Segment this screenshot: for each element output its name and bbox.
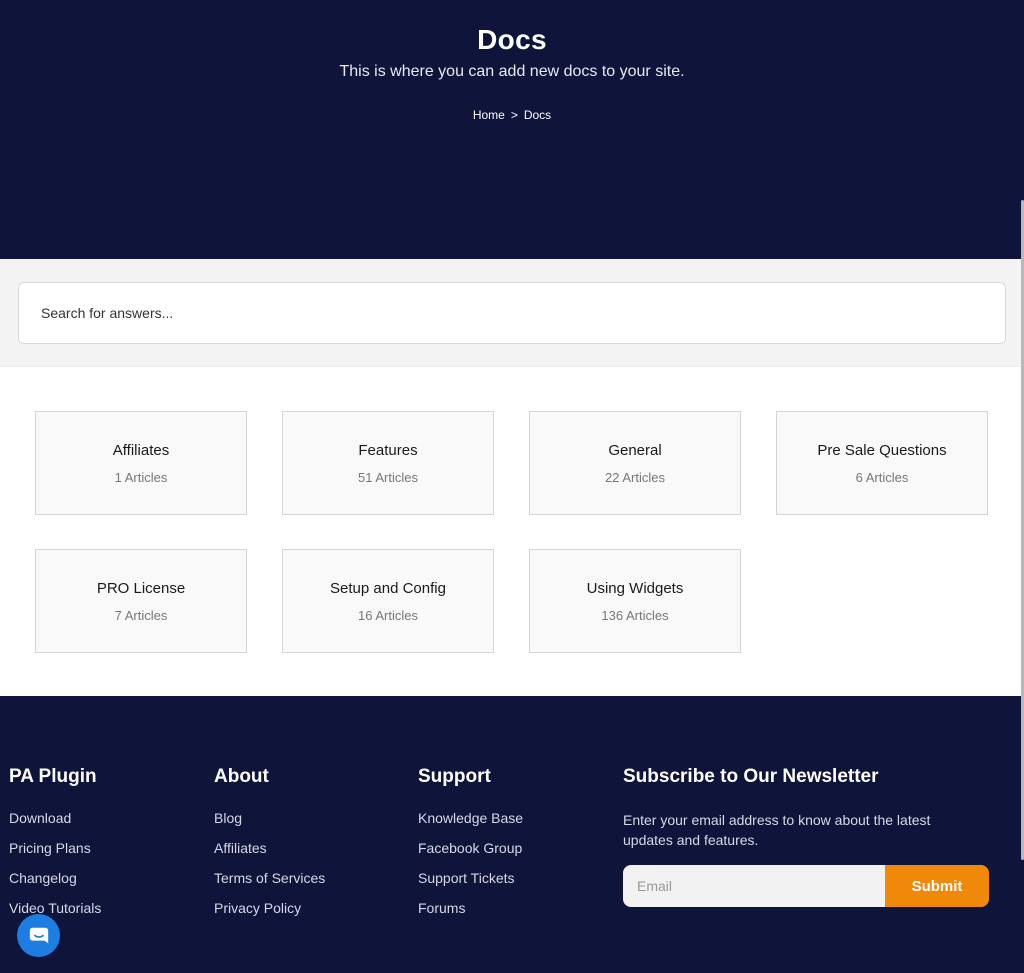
- breadcrumb-home-link[interactable]: Home: [473, 108, 505, 122]
- footer-heading: Support: [418, 766, 491, 787]
- category-article-count: 16 Articles: [358, 608, 418, 623]
- footer-link-facebook-group[interactable]: Facebook Group: [418, 840, 523, 870]
- category-name: Pre Sale Questions: [817, 442, 947, 459]
- chat-bubble-icon: [29, 927, 48, 943]
- site-footer: PA Plugin Download Pricing Plans Changel…: [0, 696, 1024, 973]
- category-article-count: 6 Articles: [855, 470, 909, 485]
- footer-column-support: Support Knowledge Base Facebook Group Su…: [418, 766, 523, 930]
- footer-column-pa-plugin: PA Plugin Download Pricing Plans Changel…: [9, 766, 101, 930]
- footer-link-download[interactable]: Download: [9, 810, 101, 840]
- footer-link-knowledge-base[interactable]: Knowledge Base: [418, 810, 523, 840]
- category-card-affiliates[interactable]: Affiliates 1 Articles: [35, 411, 247, 515]
- category-name: Affiliates: [112, 442, 170, 459]
- footer-link-forums[interactable]: Forums: [418, 900, 523, 930]
- hero-banner: Docs This is where you can add new docs …: [0, 0, 1024, 259]
- breadcrumb: Home > Docs: [0, 108, 1024, 122]
- newsletter-email-input[interactable]: [623, 865, 885, 907]
- footer-column-about: About Blog Affiliates Terms of Services …: [214, 766, 325, 930]
- newsletter-form: Submit: [623, 865, 989, 907]
- footer-link-terms-of-services[interactable]: Terms of Services: [214, 870, 325, 900]
- newsletter-description: Enter your email address to know about t…: [623, 812, 931, 848]
- page-subtitle: This is where you can add new docs to yo…: [339, 63, 685, 80]
- page-scrollbar[interactable]: [1020, 0, 1024, 973]
- chat-launcher-button[interactable]: [17, 914, 60, 957]
- footer-heading: PA Plugin: [9, 766, 97, 787]
- category-name: PRO License: [96, 580, 186, 597]
- category-card-features[interactable]: Features 51 Articles: [282, 411, 494, 515]
- footer-link-privacy-policy[interactable]: Privacy Policy: [214, 900, 325, 930]
- category-card-setup-and-config[interactable]: Setup and Config 16 Articles: [282, 549, 494, 653]
- category-article-count: 1 Articles: [114, 470, 168, 485]
- category-name: General: [608, 442, 662, 459]
- footer-link-blog[interactable]: Blog: [214, 810, 325, 840]
- category-article-count: 136 Articles: [601, 608, 669, 623]
- category-card-general[interactable]: General 22 Articles: [529, 411, 741, 515]
- category-article-count: 22 Articles: [605, 470, 665, 485]
- category-article-count: 51 Articles: [358, 470, 418, 485]
- footer-heading: About: [214, 766, 269, 787]
- search-input[interactable]: [18, 282, 1006, 344]
- category-name: Using Widgets: [586, 580, 684, 597]
- category-article-count: 7 Articles: [114, 608, 168, 623]
- footer-link-changelog[interactable]: Changelog: [9, 870, 101, 900]
- category-name: Features: [358, 442, 418, 459]
- doc-categories: Affiliates 1 Articles Features 51 Articl…: [0, 367, 1024, 696]
- footer-link-pricing-plans[interactable]: Pricing Plans: [9, 840, 101, 870]
- breadcrumb-separator: >: [510, 108, 518, 122]
- category-card-pre-sale-questions[interactable]: Pre Sale Questions 6 Articles: [776, 411, 988, 515]
- category-name: Setup and Config: [330, 580, 446, 597]
- category-card-using-widgets[interactable]: Using Widgets 136 Articles: [529, 549, 741, 653]
- newsletter-heading: Subscribe to Our Newsletter: [623, 766, 879, 787]
- footer-link-support-tickets[interactable]: Support Tickets: [418, 870, 523, 900]
- search-section: [0, 259, 1024, 367]
- page-title: Docs: [477, 24, 547, 55]
- newsletter-submit-button[interactable]: Submit: [885, 865, 989, 907]
- footer-column-newsletter: Subscribe to Our Newsletter Enter your e…: [623, 766, 973, 850]
- footer-link-affiliates[interactable]: Affiliates: [214, 840, 325, 870]
- category-card-pro-license[interactable]: PRO License 7 Articles: [35, 549, 247, 653]
- breadcrumb-current: Docs: [523, 108, 552, 122]
